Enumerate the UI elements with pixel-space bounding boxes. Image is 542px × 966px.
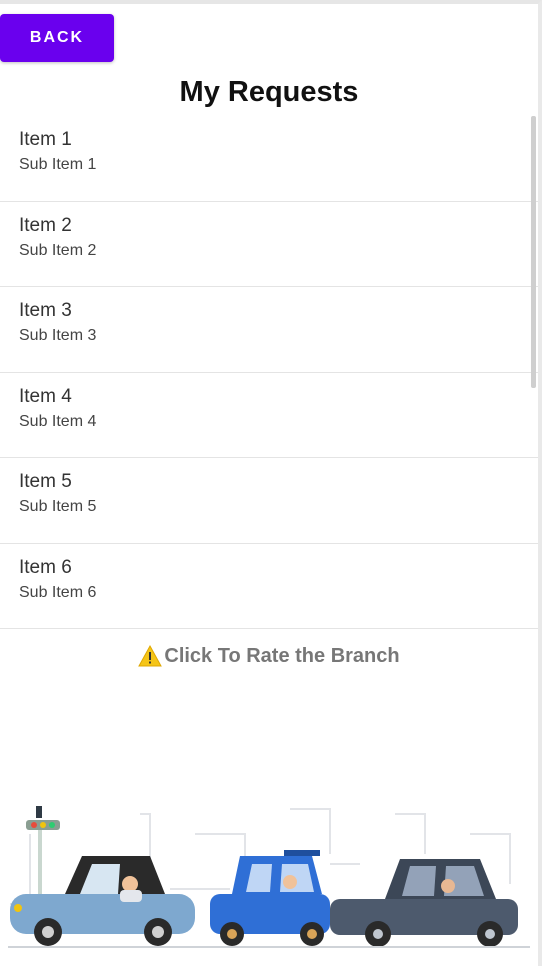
list-item[interactable]: Item 6 Sub Item 6 bbox=[0, 544, 538, 629]
list-item-subtitle: Sub Item 3 bbox=[19, 327, 97, 344]
list-item-title: Item 1 bbox=[19, 129, 72, 150]
list-item-subtitle: Sub Item 1 bbox=[19, 156, 97, 173]
warning-icon bbox=[138, 644, 163, 667]
list-item-title: Item 2 bbox=[19, 214, 72, 236]
list-item-title: Item 6 bbox=[19, 556, 72, 578]
traffic-cars-illustration bbox=[8, 806, 530, 948]
list-item-subtitle: Sub Item 5 bbox=[19, 498, 97, 515]
list-item-subtitle: Sub Item 6 bbox=[19, 583, 97, 601]
list-item[interactable]: Item 4 Sub Item 4 bbox=[0, 373, 538, 458]
rate-branch-link[interactable]: Click To Rate the Branch bbox=[0, 644, 538, 668]
list-item[interactable]: Item 3 Sub Item 3 bbox=[0, 287, 538, 373]
requests-list: Item 1 Sub Item 1 Item 2 Sub Item 2 Item… bbox=[0, 116, 538, 629]
app-screen: BACK My Requests Item 1 Sub Item 1 Item … bbox=[0, 0, 542, 966]
back-button[interactable]: BACK bbox=[0, 14, 114, 62]
list-item-subtitle: Sub Item 2 bbox=[19, 241, 97, 259]
list-item-title: Item 3 bbox=[19, 300, 72, 321]
rate-branch-label: Click To Rate the Branch bbox=[164, 644, 400, 667]
list-item-subtitle: Sub Item 4 bbox=[19, 412, 97, 430]
page-title: My Requests bbox=[179, 76, 359, 108]
list-item[interactable]: Item 2 Sub Item 2 bbox=[0, 202, 538, 287]
list-item-title: Item 4 bbox=[19, 385, 72, 407]
list-item[interactable]: Item 5 Sub Item 5 bbox=[0, 458, 538, 544]
list-item[interactable]: Item 1 Sub Item 1 bbox=[0, 116, 538, 202]
list-scrollbar[interactable] bbox=[531, 116, 536, 388]
list-item-title: Item 5 bbox=[19, 471, 72, 492]
